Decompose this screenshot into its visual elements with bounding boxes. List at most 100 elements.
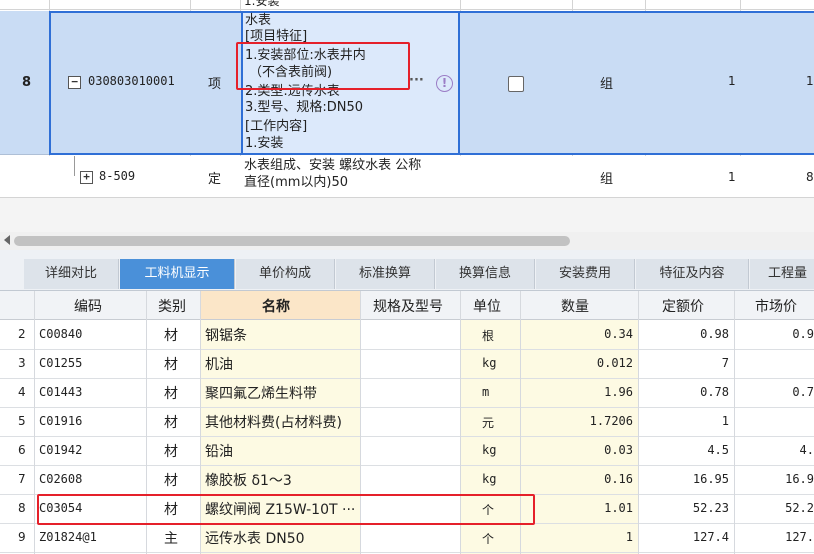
cell-name: 橡胶板 δ1～3: [205, 473, 292, 489]
table-row[interactable]: 5 C01916 材 其他材料费(占材料费) 元 1.7206 1: [0, 407, 814, 437]
row-number: 3: [18, 356, 26, 370]
cell-code: C02608: [39, 472, 83, 486]
top-grid: 1.安装 8 − 030803010001 项 水表 [项目特征] 1.安装部位…: [0, 0, 814, 198]
cell-unit: kg: [482, 356, 497, 370]
row-number: 4: [18, 385, 26, 399]
tab-features-content[interactable]: 特征及内容: [636, 259, 749, 289]
cell-code: C01916: [39, 414, 83, 428]
cell-category: 材: [164, 415, 178, 431]
sub-content-line-1: 直径(mm以内)50: [244, 175, 349, 190]
row-number: 9: [18, 530, 26, 544]
sub-content-line-0: 水表组成、安装 螺纹水表 公称: [244, 158, 422, 173]
header-spec[interactable]: 规格及型号: [373, 296, 443, 316]
sub-type: 定: [208, 172, 222, 187]
scroll-left-icon[interactable]: [4, 235, 10, 245]
row8-code: 030803010001: [88, 74, 175, 88]
cell-unit: 个: [482, 532, 495, 546]
cell-unit: 根: [482, 329, 495, 343]
row8-unit: 组: [600, 77, 614, 92]
tab-materials-display[interactable]: 工料机显示: [120, 259, 235, 289]
cell-quota-price: 0.98: [700, 327, 729, 341]
cell-market-price: 52.2: [785, 501, 814, 515]
cell-code: Z01824@1: [39, 530, 97, 544]
partial-row-content: 1.安装: [244, 0, 280, 8]
cell-unit: kg: [482, 472, 497, 486]
cell-quota-price: 7: [721, 356, 729, 370]
expand-icon[interactable]: +: [80, 171, 93, 184]
cell-quantity: 0.012: [596, 356, 633, 370]
cell-code: C01443: [39, 385, 83, 399]
grid-empty-area: [0, 198, 814, 232]
header-category[interactable]: 类别: [158, 296, 186, 316]
sub-qty: 1: [728, 170, 736, 184]
tab-conversion-info[interactable]: 换算信息: [436, 259, 535, 289]
tab-detail-compare[interactable]: 详细对比: [24, 259, 119, 289]
cell-unit: m: [482, 385, 490, 399]
tab-unit-price[interactable]: 单价构成: [236, 259, 335, 289]
row-number: 8: [18, 501, 26, 515]
cell-market-price: 16.9: [785, 472, 814, 486]
sub-unit: 组: [600, 172, 614, 187]
cell-quota-price: 0.78: [700, 385, 729, 399]
row-number: 6: [18, 443, 26, 457]
table-row[interactable]: 4 C01443 材 聚四氟乙烯生料带 m 1.96 0.78 0.7: [0, 378, 814, 408]
row8-type: 项: [208, 77, 222, 92]
cell-unit: kg: [482, 443, 497, 457]
content-line-7: 1.安装: [245, 136, 284, 151]
cell-market-price: 127.: [785, 530, 814, 544]
cell-quantity: 0.34: [604, 327, 633, 341]
row-number: 5: [18, 414, 26, 428]
cell-name: 机油: [205, 357, 233, 373]
table-row[interactable]: 3 C01255 材 机油 kg 0.012 7: [0, 349, 814, 379]
row-number: 8: [22, 75, 32, 90]
content-line-6: [工作内容]: [245, 119, 308, 134]
table-row[interactable]: 9 Z01824@1 主 远传水表 DN50 个 1 127.4 127.: [0, 523, 814, 553]
header-name[interactable]: 名称: [262, 296, 290, 316]
highlight-valve-row: [37, 494, 535, 525]
collapse-icon[interactable]: −: [68, 76, 81, 89]
cell-code: C00840: [39, 327, 83, 341]
sub-trailing: 8: [806, 170, 814, 184]
cell-market-price: 0.9: [792, 327, 814, 341]
cell-name: 聚四氟乙烯生料带: [205, 386, 317, 402]
highlight-install-location: [236, 42, 410, 90]
header-market-price[interactable]: 市场价: [755, 296, 797, 316]
cell-name: 铅油: [205, 444, 233, 460]
header-quota-price[interactable]: 定额价: [662, 296, 704, 316]
tab-quantity[interactable]: 工程量: [750, 259, 814, 289]
content-line-5: 3.型号、规格:DN50: [245, 100, 364, 115]
cell-quantity: 0.03: [604, 443, 633, 457]
cell-code: C01255: [39, 356, 83, 370]
tab-standard-conversion[interactable]: 标准换算: [336, 259, 435, 289]
row-number: 2: [18, 327, 26, 341]
cell-category: 材: [164, 444, 178, 460]
content-line-0: 水表: [245, 13, 272, 28]
cell-code: C01942: [39, 443, 83, 457]
horizontal-scrollbar[interactable]: [0, 232, 814, 250]
cell-quantity: 1.7206: [589, 414, 633, 428]
row8-qty: 1: [728, 74, 736, 88]
table-row[interactable]: 7 C02608 材 橡胶板 δ1～3 kg 0.16 16.95 16.9: [0, 465, 814, 495]
table-row[interactable]: 6 C01942 材 铅油 kg 0.03 4.5 4.: [0, 436, 814, 466]
row-number: 7: [18, 472, 26, 486]
table-row[interactable]: 2 C00840 材 钢锯条 根 0.34 0.98 0.9: [0, 320, 814, 350]
cell-quantity: 1: [625, 530, 633, 544]
header-unit[interactable]: 单位: [473, 296, 501, 316]
header-code[interactable]: 编码: [74, 296, 102, 316]
cell-quota-price: 4.5: [707, 443, 729, 457]
more-ellipsis[interactable]: ···: [409, 73, 424, 88]
header-quantity[interactable]: 数量: [561, 296, 589, 316]
row8-checkbox[interactable]: [508, 76, 524, 92]
warning-icon[interactable]: !: [436, 75, 453, 92]
cell-quantity: 0.16: [604, 472, 633, 486]
tab-install-fee[interactable]: 安装费用: [536, 259, 635, 289]
cell-category: 材: [164, 473, 178, 489]
cell-quota-price: 16.95: [692, 472, 729, 486]
scrollbar-thumb[interactable]: [14, 236, 570, 246]
row8-trailing: 1: [806, 74, 814, 88]
cell-quota-price: 1: [721, 414, 729, 428]
cell-quota-price: 52.23: [692, 501, 729, 515]
cell-quota-price: 127.4: [692, 530, 729, 544]
cell-quantity: 1.01: [604, 501, 633, 515]
cell-name: 远传水表 DN50: [205, 531, 305, 547]
